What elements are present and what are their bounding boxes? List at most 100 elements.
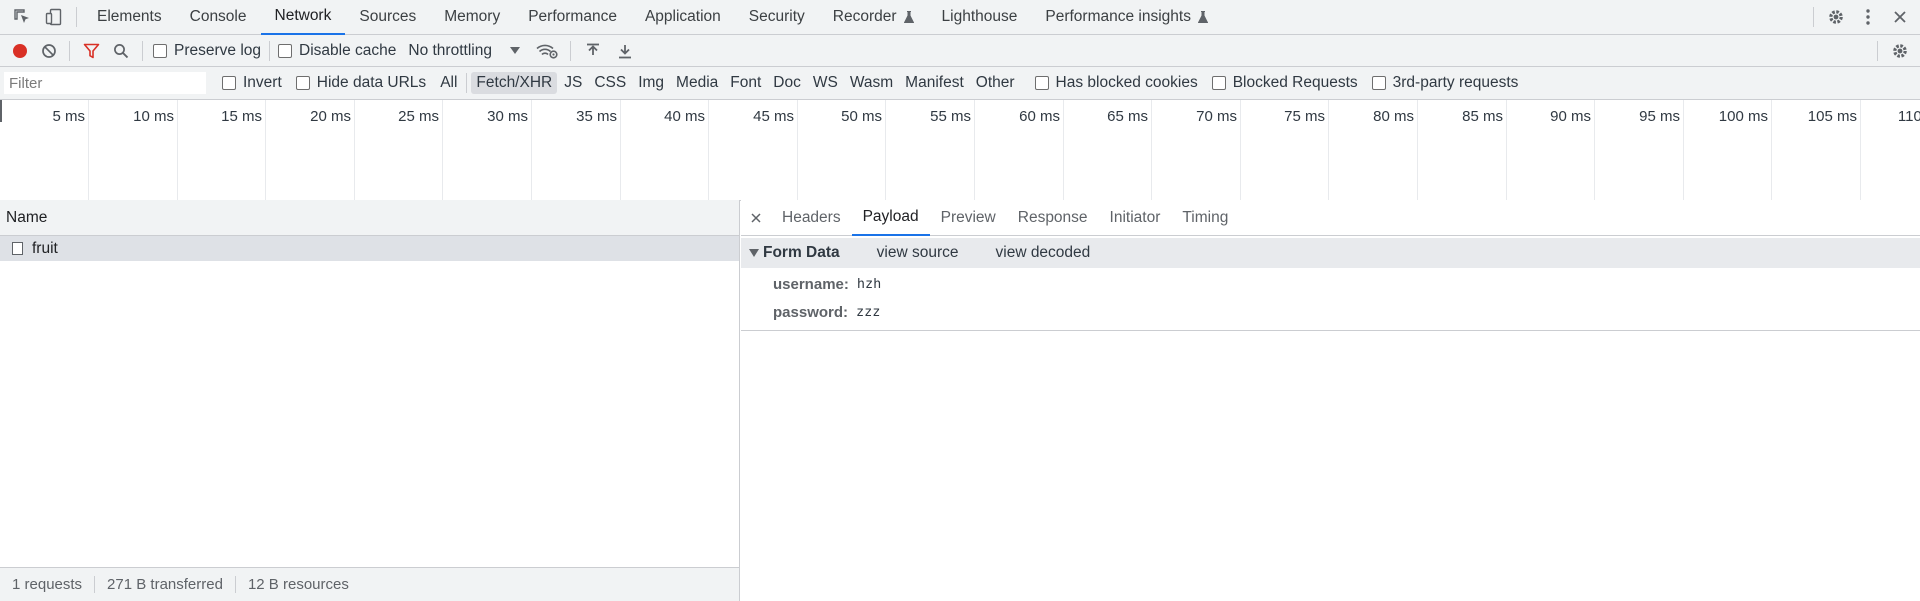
resources-size: 12 B resources <box>247 576 349 593</box>
disable-cache-checkbox[interactable]: Disable cache <box>278 35 396 67</box>
tab-label: Performance insights <box>1045 8 1191 25</box>
type-filter-divider <box>466 73 468 93</box>
type-filter-js[interactable]: JS <box>559 72 587 94</box>
detail-tab-payload[interactable]: Payload <box>851 200 930 236</box>
form-data-value[interactable]: hzh <box>857 276 881 292</box>
timeline-tick-label: 35 ms <box>576 108 617 125</box>
overview-left-handle[interactable] <box>0 100 2 122</box>
timeline-gridline <box>1063 100 1064 200</box>
close-details-icon[interactable] <box>741 200 771 236</box>
hide-data-urls-checkbox[interactable]: Hide data URLs <box>295 74 426 92</box>
export-har-icon[interactable] <box>609 35 641 67</box>
has-blocked-cookies-checkbox[interactable]: Has blocked cookies <box>1034 74 1198 92</box>
timeline-gridline <box>797 100 798 200</box>
network-conditions-icon[interactable] <box>530 35 564 67</box>
timeline-tick-label: 5 ms <box>52 108 85 125</box>
triangle-down-icon[interactable] <box>749 249 759 257</box>
experiment-flask-icon <box>903 11 914 23</box>
checkbox-box[interactable] <box>153 43 167 58</box>
tab-performance-insights[interactable]: Performance insights <box>1031 0 1222 35</box>
inspect-element-icon[interactable] <box>6 0 38 35</box>
type-filter-font[interactable]: Font <box>725 72 766 94</box>
type-filter-img[interactable]: Img <box>633 72 669 94</box>
checkbox-box[interactable] <box>1211 76 1226 90</box>
timeline-tick-label: 20 ms <box>310 108 351 125</box>
search-icon[interactable] <box>106 35 136 67</box>
timeline-overview[interactable]: 5 ms 10 ms 15 ms 20 ms 25 ms 30 ms 35 ms 40 ms 4… <box>0 100 1920 201</box>
detail-tab-preview[interactable]: Preview <box>930 200 1007 236</box>
network-settings-gear-icon[interactable] <box>1884 35 1916 67</box>
third-party-requests-checkbox[interactable]: 3rd-party requests <box>1371 74 1518 92</box>
filter-input[interactable] <box>4 72 206 94</box>
toolbar-divider <box>1877 40 1878 61</box>
type-filter-wasm[interactable]: Wasm <box>845 72 898 94</box>
timeline-gridline <box>885 100 886 200</box>
type-filter-media[interactable]: Media <box>671 72 723 94</box>
device-toolbar-icon[interactable] <box>38 0 70 35</box>
request-name: fruit <box>32 239 58 257</box>
timeline-tick-label: 95 ms <box>1639 108 1680 125</box>
section-divider <box>741 326 1920 331</box>
timeline-tick-label: 75 ms <box>1284 108 1325 125</box>
form-data-section-header[interactable]: Form Data view source view decoded <box>741 238 1920 268</box>
checkbox-box[interactable] <box>1034 76 1049 90</box>
checkbox-box[interactable] <box>278 43 293 58</box>
timeline-gridline <box>1328 100 1329 200</box>
detail-tab-initiator[interactable]: Initiator <box>1099 200 1172 236</box>
type-filter-css[interactable]: CSS <box>589 72 631 94</box>
experiment-flask-icon <box>1197 11 1208 23</box>
timeline-gridline <box>1151 100 1152 200</box>
tab-elements[interactable]: Elements <box>83 0 176 35</box>
table-row[interactable]: fruit <box>0 236 739 261</box>
tab-console[interactable]: Console <box>176 0 261 35</box>
invert-checkbox[interactable]: Invert <box>222 74 282 92</box>
toolbar-divider <box>69 40 70 61</box>
blocked-requests-checkbox[interactable]: Blocked Requests <box>1211 74 1358 92</box>
document-icon <box>12 242 23 255</box>
type-filter-manifest[interactable]: Manifest <box>900 72 969 94</box>
type-filter-ws[interactable]: WS <box>808 72 843 94</box>
tab-security[interactable]: Security <box>735 0 819 35</box>
import-har-icon[interactable] <box>577 35 609 67</box>
timeline-tick-label: 45 ms <box>753 108 794 125</box>
preserve-log-checkbox[interactable]: Preserve log <box>153 35 261 67</box>
checkbox-box[interactable] <box>222 76 236 90</box>
tab-label: Memory <box>444 8 501 25</box>
type-filter-doc[interactable]: Doc <box>768 72 806 94</box>
detail-tab-headers[interactable]: Headers <box>771 200 852 236</box>
type-filter-all[interactable]: All <box>435 72 462 94</box>
tab-label: Console <box>189 8 247 25</box>
checkbox-box[interactable] <box>295 76 310 90</box>
tab-recorder[interactable]: Recorder <box>819 0 928 35</box>
tab-sources[interactable]: Sources <box>345 0 430 35</box>
gear-icon[interactable] <box>1820 0 1852 35</box>
kebab-menu-icon[interactable] <box>1852 0 1884 35</box>
request-list-pane: Name fruit 1 requests 271 B transferred … <box>0 200 740 601</box>
timeline-gridline <box>1240 100 1241 200</box>
tab-network[interactable]: Network <box>260 0 346 35</box>
type-filter-fetch-xhr[interactable]: Fetch/XHR <box>471 72 558 94</box>
tab-memory[interactable]: Memory <box>430 0 514 35</box>
clear-icon[interactable] <box>35 35 63 67</box>
timeline-tick-label: 30 ms <box>487 108 528 125</box>
detail-tab-response[interactable]: Response <box>1007 200 1099 236</box>
tab-performance[interactable]: Performance <box>514 0 631 35</box>
record-icon[interactable] <box>5 35 35 67</box>
name-column-header[interactable]: Name <box>0 200 739 236</box>
view-source-link[interactable]: view source <box>877 244 959 262</box>
timeline-gridline <box>1683 100 1684 200</box>
close-devtools-icon[interactable] <box>1884 0 1916 35</box>
checkbox-box[interactable] <box>1371 76 1386 90</box>
timeline-gridline <box>354 100 355 200</box>
view-decoded-link[interactable]: view decoded <box>996 244 1091 262</box>
timeline-tick-label: 10 ms <box>133 108 174 125</box>
throttling-select[interactable]: No throttling <box>408 35 520 67</box>
tab-lighthouse[interactable]: Lighthouse <box>928 0 1032 35</box>
filter-icon[interactable] <box>76 35 106 67</box>
tab-application[interactable]: Application <box>631 0 735 35</box>
form-data-value[interactable]: zzz <box>856 304 880 320</box>
detail-tab-timing[interactable]: Timing <box>1171 200 1239 236</box>
tab-label: Sources <box>359 8 417 25</box>
toolbar-divider <box>569 40 571 61</box>
type-filter-other[interactable]: Other <box>971 72 1020 94</box>
